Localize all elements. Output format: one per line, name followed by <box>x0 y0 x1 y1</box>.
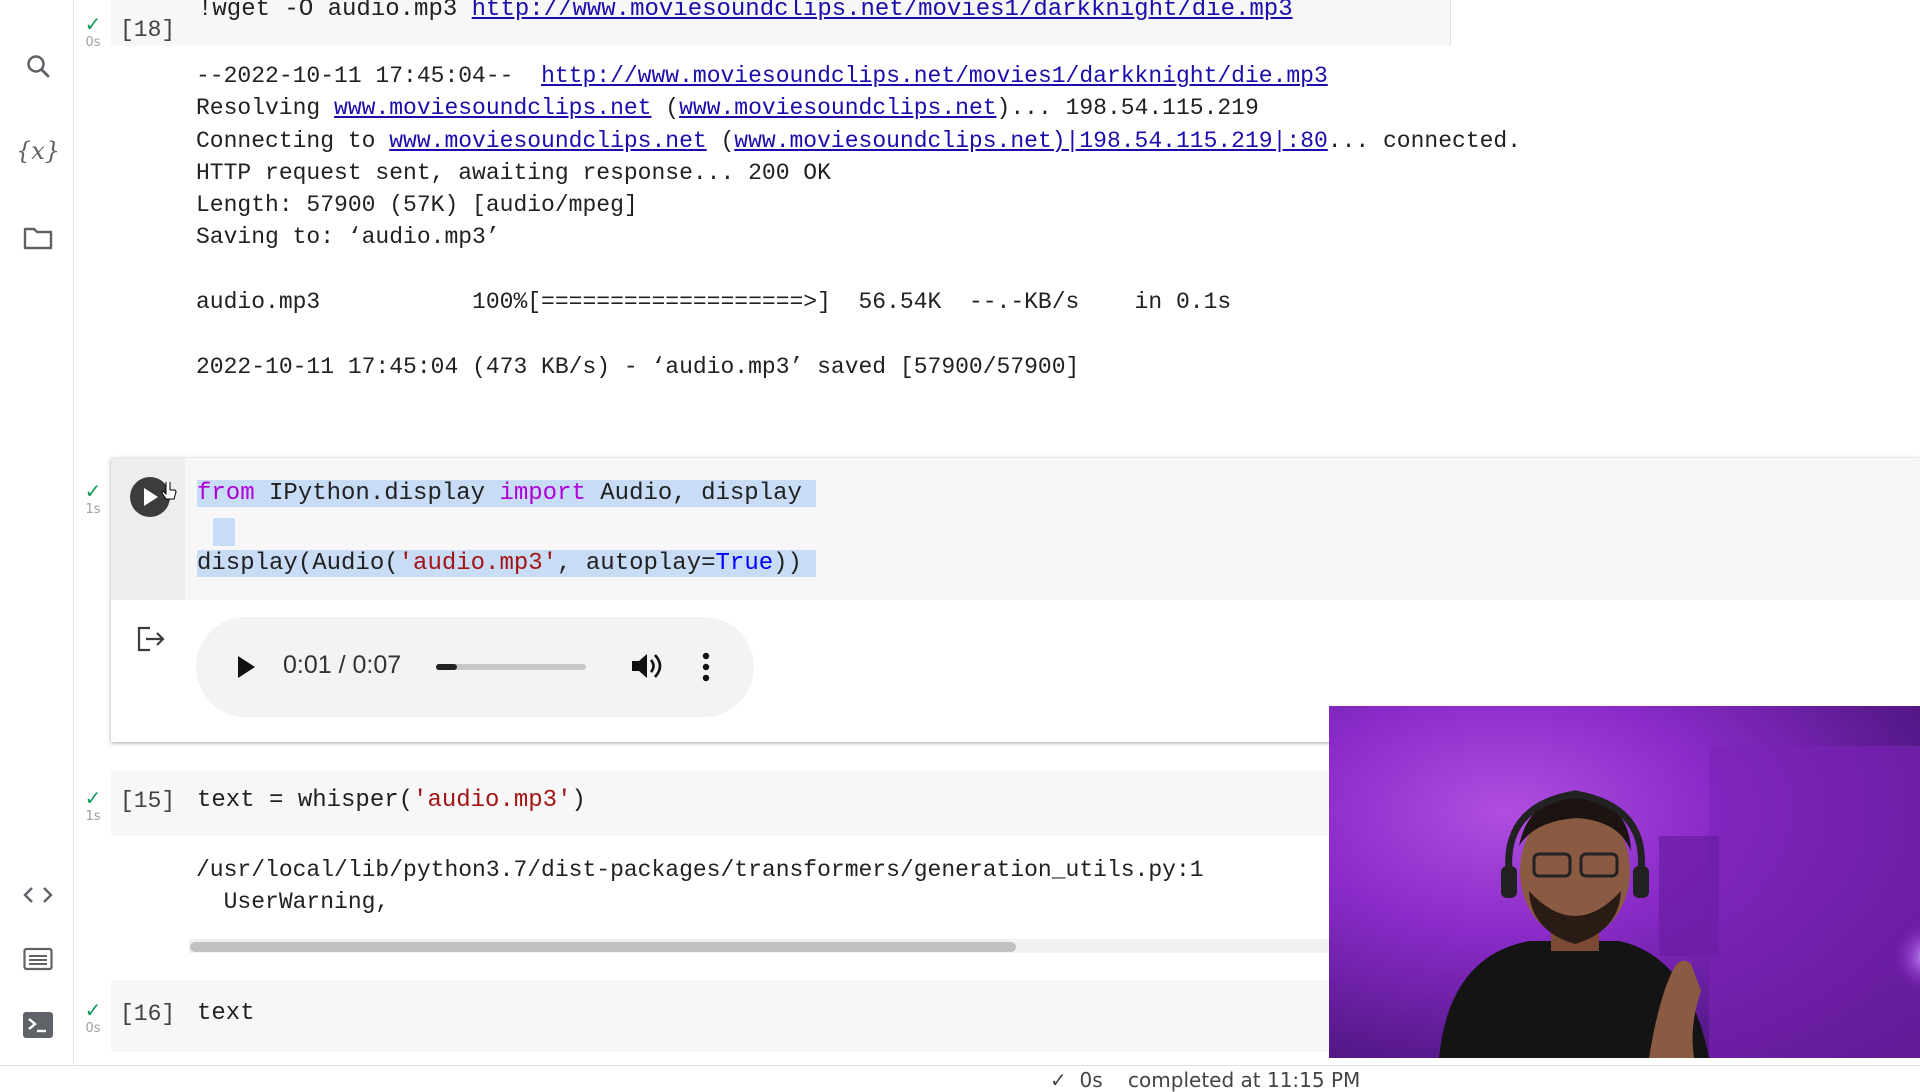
wget-output-line-6: Saving to: ‘audio.mp3’ <box>196 224 500 250</box>
check-icon: ✓ <box>84 12 102 36</box>
wget-exec-count: [18] <box>120 17 176 43</box>
code-text: ) <box>571 787 586 814</box>
output-host-link[interactable]: www.moviesoundclips.net <box>679 95 996 121</box>
selection-empty-line <box>213 518 235 546</box>
whisper-exec-count: [15] <box>120 788 176 814</box>
search-icon[interactable] <box>17 45 59 87</box>
whisper-duration: 1s <box>85 809 101 824</box>
output-text: --2022-10-11 17:45:04-- <box>196 63 542 89</box>
wget-output-saved: 2022-10-11 17:45:04 (473 KB/s) - ‘audio.… <box>196 354 1080 380</box>
output-text: ( <box>706 128 735 154</box>
code-snippets-icon[interactable] <box>17 874 59 916</box>
wget-output-progress: audio.mp3 100%[===================>] 56.… <box>196 289 1232 315</box>
check-icon: ✓ <box>84 479 102 503</box>
code-text: text = whisper( <box>197 787 414 814</box>
keyword: from <box>197 480 255 507</box>
check-icon: ✓ <box>84 998 102 1022</box>
keyword: import <box>499 480 586 507</box>
text-duration: 0s <box>85 1021 101 1036</box>
text-code-cell[interactable] <box>111 980 1331 1052</box>
audio-play-button[interactable] <box>236 655 256 683</box>
output-url-link[interactable]: http://www.moviesoundclips.net/movies1/d… <box>541 63 1328 89</box>
boolean-literal: True <box>715 550 774 577</box>
wget-command-prefix: !wget -O audio.mp3 <box>198 0 472 23</box>
wget-output-line-5: Length: 57900 (57K) [audio/mpeg] <box>196 192 638 218</box>
whisper-output-line-1: /usr/local/lib/python3.7/dist-packages/t… <box>196 857 1204 883</box>
cell-gutter <box>111 458 185 600</box>
webcam-overlay <box>1329 706 1920 1058</box>
text-cell-status: ✓ 0s <box>81 1000 105 1036</box>
audio-seek-progress <box>436 664 457 670</box>
output-scrollbar-thumb[interactable] <box>190 942 1016 952</box>
terminal-icon[interactable] <box>17 1004 59 1046</box>
wget-output-line-2: Resolving www.moviesoundclips.net (www.m… <box>196 95 1259 121</box>
wget-output-line-1: --2022-10-11 17:45:04-- http://www.movie… <box>196 63 1328 89</box>
whisper-output-line-2: UserWarning, <box>196 889 390 915</box>
audio-player: 0:01 / 0:07 <box>196 617 754 717</box>
text-code[interactable]: text <box>197 1000 255 1027</box>
audio-duration: 1s <box>85 502 101 517</box>
presenter-video <box>1439 746 1920 1058</box>
text-exec-count: [16] <box>120 1001 176 1027</box>
status-bar-divider <box>0 1065 1920 1066</box>
code-text: Audio, display <box>585 480 802 507</box>
whisper-cell-status: ✓ 1s <box>81 788 105 824</box>
string-literal: 'audio.mp3' <box>413 787 572 814</box>
play-icon <box>238 656 255 678</box>
wget-output-line-3: Connecting to www.moviesoundclips.net (w… <box>196 128 1521 154</box>
output-actions-icon[interactable] <box>136 626 166 656</box>
code-text: display(Audio( <box>197 550 399 577</box>
wget-output-line-4: HTTP request sent, awaiting response... … <box>196 160 831 186</box>
audio-code-line-2[interactable]: display(Audio('audio.mp3', autoplay=True… <box>197 550 817 577</box>
code-text: , autoplay= <box>557 550 716 577</box>
wget-command[interactable]: !wget -O audio.mp3 http://www.moviesound… <box>198 0 1293 23</box>
output-text: )... 198.54.115.219 <box>996 95 1259 121</box>
audio-code-line-1[interactable]: from IPython.display import Audio, displ… <box>197 480 817 507</box>
code-text: )) <box>773 550 802 577</box>
check-icon: ✓ <box>84 786 102 810</box>
code-text: IPython.display <box>254 480 500 507</box>
folder-icon[interactable] <box>17 217 59 259</box>
editor-divider <box>1450 0 1451 46</box>
output-text: ... connected. <box>1327 128 1522 154</box>
string-literal: 'audio.mp3' <box>398 550 558 577</box>
output-host-link[interactable]: www.moviesoundclips.net)|198.54.115.219|… <box>734 128 1328 154</box>
output-text: Resolving <box>196 95 335 121</box>
output-host-link[interactable]: www.moviesoundclips.net <box>389 128 706 154</box>
wget-cell-status: ✓ 0s <box>81 14 105 50</box>
wget-command-url[interactable]: http://www.moviesoundclips.net/movies1/d… <box>472 0 1293 23</box>
command-palette-icon[interactable] <box>17 938 59 980</box>
output-host-link[interactable]: www.moviesoundclips.net <box>334 95 651 121</box>
output-text: ( <box>651 95 680 121</box>
audio-cell-status: ✓ 1s <box>81 481 105 517</box>
left-sidebar: {x} <box>0 0 74 1065</box>
output-text: Connecting to <box>196 128 390 154</box>
more-options-icon[interactable] <box>701 650 711 684</box>
play-icon <box>144 488 158 506</box>
cursor-hand-icon <box>161 482 177 500</box>
wget-duration: 0s <box>85 35 101 50</box>
audio-time: 0:01 / 0:07 <box>283 651 402 679</box>
whisper-code[interactable]: text = whisper('audio.mp3') <box>197 787 586 814</box>
execution-status: ✓ 0s completed at 11:15 PM <box>1050 1068 1361 1092</box>
variables-icon[interactable]: {x} <box>16 130 60 172</box>
audio-seek-slider[interactable] <box>436 664 586 670</box>
volume-icon[interactable] <box>630 650 664 686</box>
